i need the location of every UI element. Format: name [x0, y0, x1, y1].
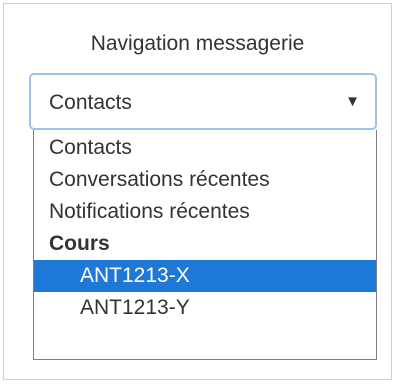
chevron-down-icon[interactable]: ▼: [345, 92, 360, 112]
option-ant1213-x[interactable]: ANT1213-X: [34, 260, 376, 292]
option-conversations-recentes[interactable]: Conversations récentes: [34, 164, 376, 196]
optgroup-cours: Cours: [49, 232, 110, 255]
navigation-select[interactable]: Contacts ▼: [29, 73, 377, 130]
option-ant1213-y[interactable]: ANT1213-Y: [34, 292, 376, 324]
select-current-value: Contacts: [49, 91, 132, 114]
option-contacts[interactable]: Contacts: [34, 132, 376, 164]
option-notifications-recentes[interactable]: Notifications récentes: [34, 196, 376, 228]
panel-title: Navigation messagerie: [90, 32, 305, 55]
dropdown-options-list: Contacts Conversations récentes Notifica…: [33, 130, 377, 360]
